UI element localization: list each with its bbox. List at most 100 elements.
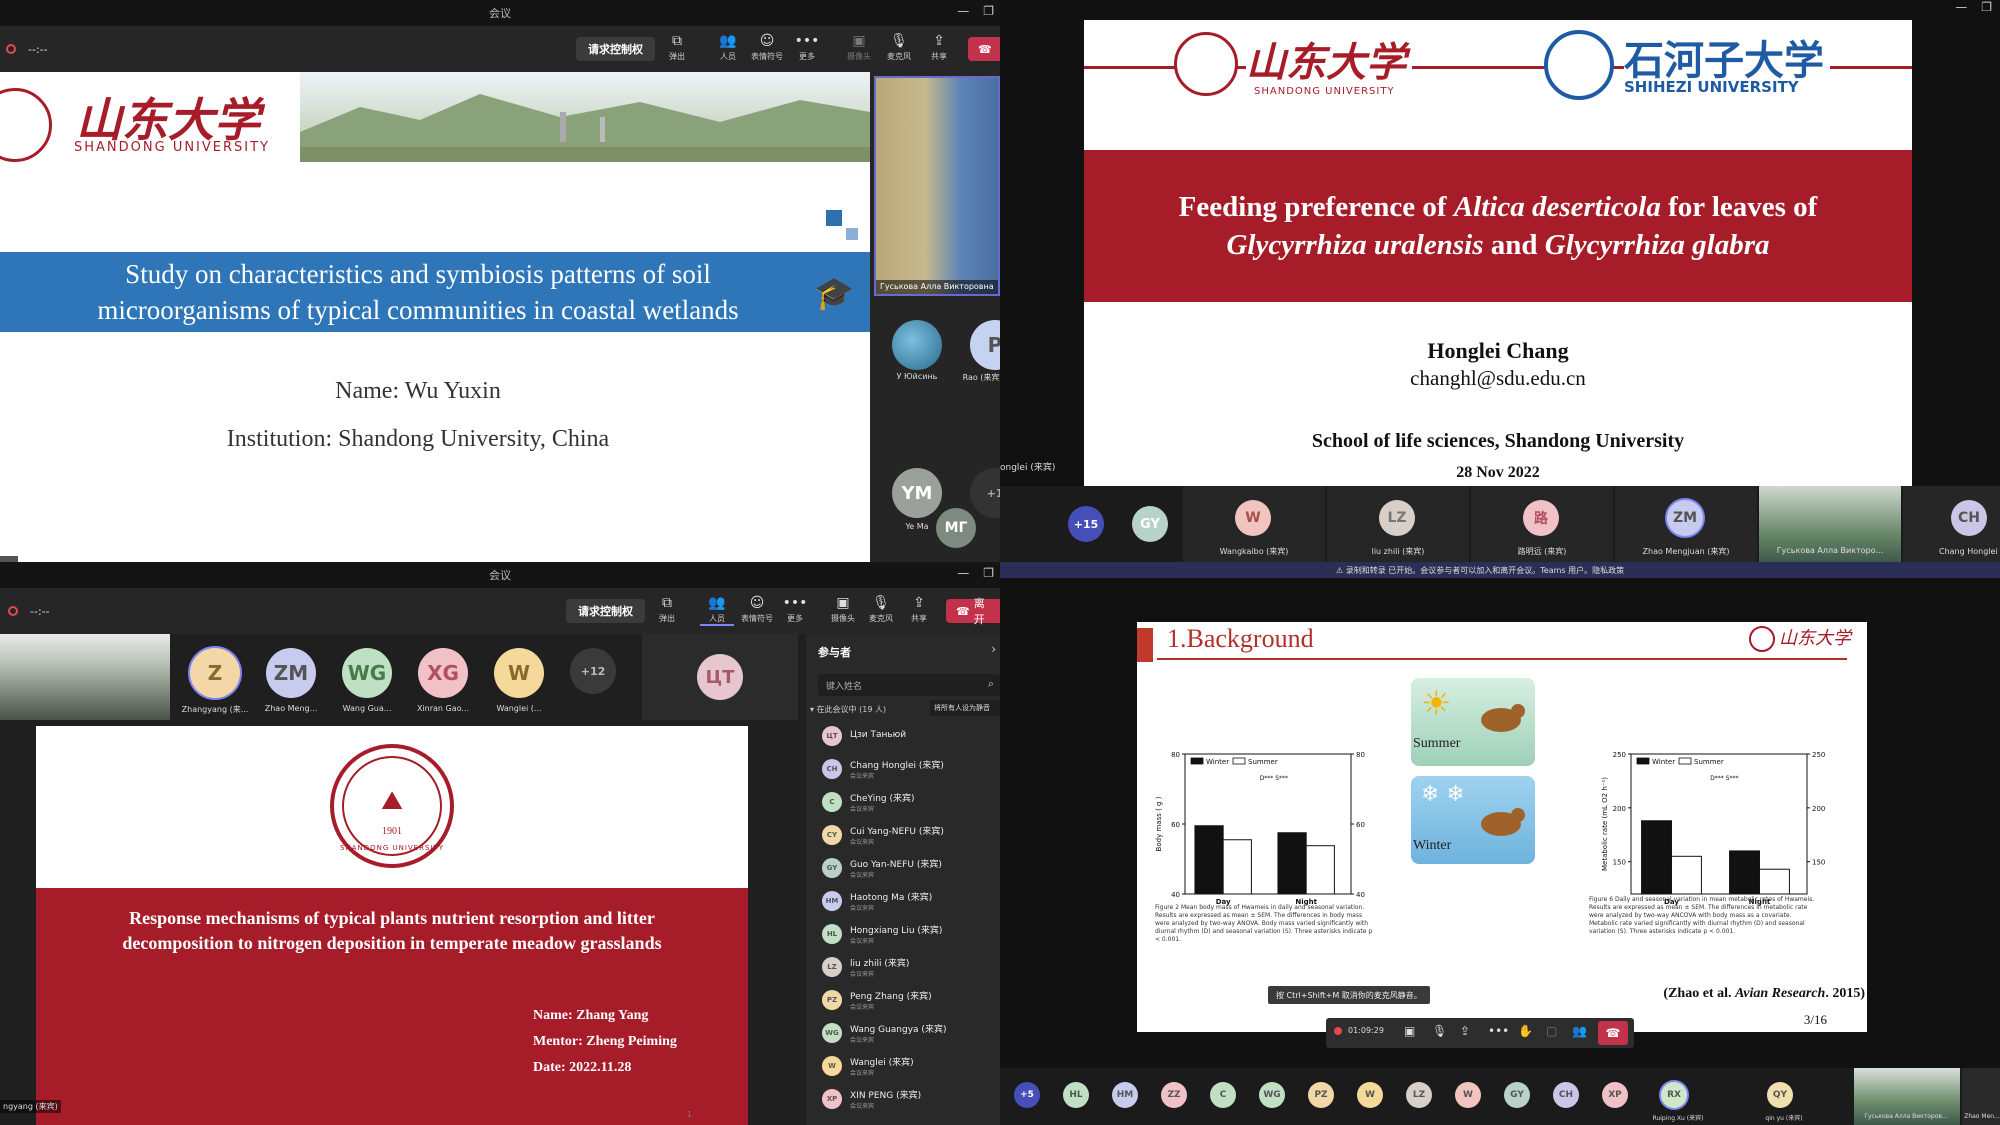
avatar[interactable]: PZ — [1308, 1082, 1334, 1108]
camera-icon[interactable]: ▣ — [1404, 1024, 1415, 1038]
share-button[interactable]: ⇪ 共享 — [922, 33, 956, 62]
minimize-icon[interactable]: — — [1955, 0, 1967, 14]
avatar[interactable]: QY — [1767, 1082, 1793, 1108]
y-tick-label: 150 — [1613, 859, 1626, 867]
participant-tile[interactable]: ZM Zhao Mengjuan (来宾) — [1615, 486, 1757, 562]
overflow-count[interactable]: +12 — [570, 648, 616, 694]
pop-out-button[interactable]: ⧉ 弹出 — [650, 595, 684, 624]
avatar[interactable]: XP — [1602, 1082, 1628, 1108]
participant-tile[interactable]: CH Chang Honglei (来宾) — [1903, 486, 2000, 562]
participant-tile[interactable]: LZ liu zhili (来宾) — [1327, 486, 1469, 562]
pop-out-button[interactable]: ⧉ 弹出 — [660, 33, 694, 62]
maximize-icon[interactable]: ❐ — [983, 566, 994, 580]
slide-heading: 1.Background — [1167, 624, 1314, 653]
participant-row[interactable]: W Wanglei (来宾) 会议来宾 — [806, 1052, 1000, 1085]
avatar[interactable]: ZZ — [1161, 1082, 1187, 1108]
participant-row[interactable]: PZ Peng Zhang (来宾) 会议来宾 — [806, 986, 1000, 1019]
bar-winter — [1277, 832, 1307, 895]
avatar[interactable]: HM — [1112, 1082, 1138, 1108]
overflow-count[interactable]: +15 — [1068, 506, 1104, 542]
close-icon[interactable]: › — [991, 642, 996, 656]
participant-tile[interactable]: ЦТ — [642, 634, 798, 720]
participant-row[interactable]: CH Chang Honglei (来宾) 会议来宾 — [806, 755, 1000, 788]
share-button[interactable]: ⇪ 共享 — [902, 595, 936, 624]
avatar: PZ — [822, 990, 842, 1010]
participant-search-input[interactable]: 键入姓名 ⌕ — [818, 674, 1000, 696]
share-icon[interactable]: ⇪ — [1460, 1024, 1470, 1038]
participant-row[interactable]: HL Hongxiang Liu (来宾) 会议来宾 — [806, 920, 1000, 953]
maximize-icon[interactable]: ❐ — [1981, 0, 1992, 14]
avatar: CH — [822, 759, 842, 779]
participant-row[interactable]: CY Cui Yang-NEFU (来宾) 会议来宾 — [806, 821, 1000, 854]
participant-tile[interactable]: W Wangkaibo (来宾) — [1183, 486, 1325, 562]
leave-button[interactable]: ☎ — [968, 37, 1000, 61]
participant-role: 会议来宾 — [850, 971, 875, 978]
minimize-icon[interactable]: — — [957, 566, 969, 580]
avatar[interactable]: HL — [1063, 1082, 1089, 1108]
minimize-icon[interactable]: — — [957, 4, 969, 18]
video-tile[interactable]: Гуськова Алла Викторо... — [1759, 486, 1901, 562]
mute-all-button[interactable]: 将所有人设为静音 — [930, 700, 1000, 716]
warning-icon: ⚠ — [1336, 566, 1346, 575]
avatar[interactable]: C — [1210, 1082, 1236, 1108]
people-button[interactable]: 👥 人员 — [711, 33, 745, 62]
avatar[interactable]: W — [1455, 1082, 1481, 1108]
more-button[interactable]: ••• 更多 — [790, 33, 824, 62]
avatar: 路 — [1523, 500, 1559, 536]
avatar[interactable]: RX — [1661, 1082, 1687, 1108]
video-tile-active[interactable]: Гуськова Алла Викторовна — [874, 76, 1000, 296]
participant-row[interactable]: ЦТ Цзи Таньюй — [806, 722, 1000, 755]
mic-button[interactable]: 🎙 麦克风 — [864, 595, 898, 624]
avatar[interactable]: GY — [1504, 1082, 1530, 1108]
avatar[interactable]: CH — [1553, 1082, 1579, 1108]
chat-icon[interactable]: ▢ — [1546, 1024, 1557, 1038]
participant-row[interactable]: HM Haotong Ma (来宾) 会议来宾 — [806, 887, 1000, 920]
participant-name: XIN PENG (来宾) — [850, 1091, 922, 1101]
avatar[interactable]: Z — [190, 648, 240, 698]
participant-row[interactable]: LZ liu zhili (来宾) 会议来宾 — [806, 953, 1000, 986]
participant-tile[interactable]: 路 路明远 (来宾) — [1471, 486, 1613, 562]
leave-button[interactable]: ☎ 离开 — [946, 597, 1000, 626]
overflow-count[interactable]: +1 — [970, 468, 1000, 518]
more-button[interactable]: ••• 更多 — [778, 595, 812, 624]
people-icon[interactable]: 👥 — [1572, 1024, 1587, 1038]
reactions-button[interactable]: ☺ 表情符号 — [740, 595, 774, 624]
avatar[interactable]: W — [494, 648, 544, 698]
people-button[interactable]: 👥 人员 — [700, 595, 734, 626]
participant-name: liu zhili (来宾) — [850, 959, 910, 969]
camera-button[interactable]: ▣ 摄像头 — [842, 33, 876, 62]
y-tick-label: 80 — [1356, 751, 1365, 759]
request-control-button[interactable]: 请求控制权 — [566, 599, 645, 623]
request-control-button[interactable]: 请求控制权 — [576, 37, 655, 61]
avatar[interactable]: LZ — [1406, 1082, 1432, 1108]
overflow-count[interactable]: +5 — [1014, 1082, 1040, 1108]
participant-row[interactable]: C CheYing (来宾) 会议来宾 — [806, 788, 1000, 821]
toolbar-label: 弹出 — [669, 52, 685, 61]
call-timer: 01:09:29 — [1348, 1026, 1384, 1035]
avatar[interactable]: YM — [892, 468, 942, 518]
participant-row[interactable]: WG Wang Guangya (来宾) 会议来宾 — [806, 1019, 1000, 1052]
avatar[interactable]: GY — [1132, 506, 1168, 542]
participant-row[interactable]: GY Guo Yan-NEFU (来宾) 会议来宾 — [806, 854, 1000, 887]
reactions-button[interactable]: ☺ 表情符号 — [750, 33, 784, 62]
avatar[interactable]: P — [970, 320, 1000, 370]
slide-title-line: microorganisms of typical communities in… — [97, 295, 739, 325]
avatar[interactable] — [892, 320, 942, 370]
avatar[interactable]: МГ — [936, 508, 976, 548]
avatar[interactable]: WG — [1259, 1082, 1285, 1108]
avatar[interactable]: WG — [342, 648, 392, 698]
mic-button[interactable]: 🎙 麦克风 — [882, 33, 916, 62]
avatar[interactable]: ZM — [266, 648, 316, 698]
avatar[interactable]: XG — [418, 648, 468, 698]
hang-up-button[interactable]: ☎ — [1598, 1021, 1628, 1045]
participant-group-label[interactable]: ▾ 在此会议中 (19 人) — [810, 704, 886, 715]
raise-hand-icon[interactable]: ✋ — [1518, 1024, 1533, 1038]
camera-button[interactable]: ▣ 摄像头 — [826, 595, 860, 624]
avatar[interactable]: W — [1357, 1082, 1383, 1108]
shared-slide: ⛰ 1901 SHANDONG UNIVERSITY Response mech… — [36, 726, 748, 1125]
mic-off-icon[interactable]: 🎙 — [1432, 1024, 1447, 1038]
more-icon[interactable]: ••• — [1488, 1024, 1509, 1038]
room-video-tile[interactable] — [0, 634, 170, 720]
maximize-icon[interactable]: ❐ — [983, 4, 994, 18]
participant-row[interactable]: XP XIN PENG (来宾) 会议来宾 — [806, 1085, 1000, 1118]
